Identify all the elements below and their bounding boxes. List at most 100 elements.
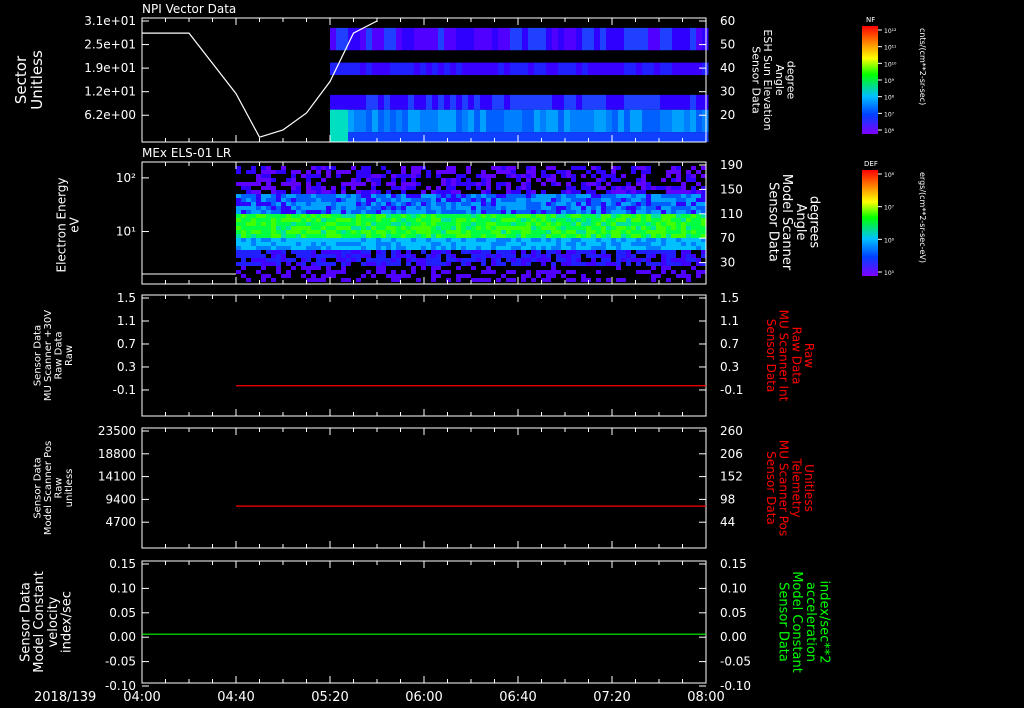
heatmap-cell [441, 198, 446, 202]
heatmap-cell [321, 250, 326, 254]
heatmap-cell [581, 242, 586, 246]
heatmap-cell [461, 230, 466, 234]
heatmap-cell [391, 226, 396, 230]
y-tick-label: 0.05 [109, 606, 136, 620]
heatmap-cell [451, 246, 456, 250]
heatmap-cell [416, 214, 421, 218]
heatmap-cell [441, 238, 446, 242]
axis-label-line: Raw Data [789, 327, 803, 385]
heatmap-cell [236, 226, 241, 230]
heatmap-cell [432, 62, 439, 76]
heatmap-cell [291, 230, 296, 234]
heatmap-cell [396, 254, 401, 258]
heatmap-cell [376, 250, 381, 254]
heatmap-cell [561, 206, 566, 210]
heatmap-cell [326, 218, 331, 222]
heatmap-cell [401, 226, 406, 230]
heatmap-cell [311, 198, 316, 202]
heatmap-cell [611, 214, 616, 218]
heatmap-cell [696, 170, 701, 174]
heatmap-cell [696, 194, 701, 198]
heatmap-cell [241, 202, 246, 206]
heatmap-cell [361, 214, 366, 218]
heatmap-cell [561, 174, 566, 178]
heatmap-cell [316, 182, 321, 186]
heatmap-cell [451, 198, 456, 202]
heatmap-cell [591, 218, 596, 222]
heatmap-cell [384, 62, 391, 76]
heatmap-cell [681, 186, 686, 190]
heatmap-cell [526, 242, 531, 246]
heatmap-cell [396, 202, 401, 206]
heatmap-cell [416, 210, 421, 214]
heatmap-cell [666, 278, 671, 282]
heatmap-cell [521, 222, 526, 226]
heatmap-cell [556, 198, 561, 202]
heatmap-cell [256, 242, 261, 246]
heatmap-cell [671, 262, 676, 266]
heatmap-cell [506, 166, 511, 170]
heatmap-cell [311, 238, 316, 242]
heatmap-cell [446, 186, 451, 190]
y2-tick-label: 206 [720, 447, 743, 461]
heatmap-cell [366, 178, 371, 182]
heatmap-cell [654, 62, 661, 76]
heatmap-cell [291, 210, 296, 214]
heatmap-cell [438, 62, 445, 76]
heatmap-cell [551, 194, 556, 198]
heatmap-cell [676, 178, 681, 182]
heatmap-cell [301, 206, 306, 210]
heatmap-cell [261, 214, 266, 218]
heatmap-cell [686, 178, 691, 182]
axis-label-line: degrees [806, 196, 821, 249]
heatmap-cell [411, 214, 416, 218]
heatmap-cell [686, 190, 691, 194]
heatmap-cell [381, 262, 386, 266]
heatmap-cell [456, 230, 461, 234]
heatmap-cell [526, 178, 531, 182]
heatmap-cell [286, 274, 291, 278]
heatmap-cell [588, 62, 595, 76]
heatmap-cell [571, 218, 576, 222]
heatmap-cell [396, 262, 401, 266]
heatmap-cell [351, 226, 356, 230]
heatmap-cell [331, 198, 336, 202]
heatmap-cell [504, 62, 511, 76]
heatmap-cell [601, 174, 606, 178]
heatmap-cell [401, 218, 406, 222]
heatmap-cell [416, 182, 421, 186]
heatmap-cell [251, 218, 256, 222]
heatmap-cell [696, 132, 703, 142]
heatmap-cell [361, 174, 366, 178]
heatmap-cell [446, 206, 451, 210]
heatmap-cell [506, 238, 511, 242]
heatmap-cell [551, 214, 556, 218]
heatmap-cell [411, 170, 416, 174]
heatmap-cell [661, 206, 666, 210]
heatmap-cell [631, 166, 636, 170]
heatmap-cell [666, 258, 671, 262]
heatmap-cell [481, 178, 486, 182]
heatmap-cell [336, 214, 341, 218]
heatmap-cell [336, 194, 341, 198]
heatmap-cell [261, 194, 266, 198]
heatmap-cell [646, 170, 651, 174]
heatmap-cell [361, 198, 366, 202]
heatmap-cell [624, 62, 631, 76]
heatmap-cell [466, 198, 471, 202]
heatmap-cell [408, 94, 415, 110]
heatmap-cell [656, 226, 661, 230]
heatmap-cell [601, 258, 606, 262]
heatmap-cell [501, 182, 506, 186]
heatmap-cell [291, 174, 296, 178]
heatmap-cell [366, 190, 371, 194]
heatmap-cell [406, 234, 411, 238]
axis-label-line: eV [67, 216, 81, 232]
heatmap-cell [576, 109, 583, 133]
heatmap-cell [636, 230, 641, 234]
heatmap-cell [476, 202, 481, 206]
heatmap-cell [251, 226, 256, 230]
heatmap-cell [516, 27, 523, 51]
heatmap-cell [498, 62, 505, 76]
heatmap-cell [556, 218, 561, 222]
